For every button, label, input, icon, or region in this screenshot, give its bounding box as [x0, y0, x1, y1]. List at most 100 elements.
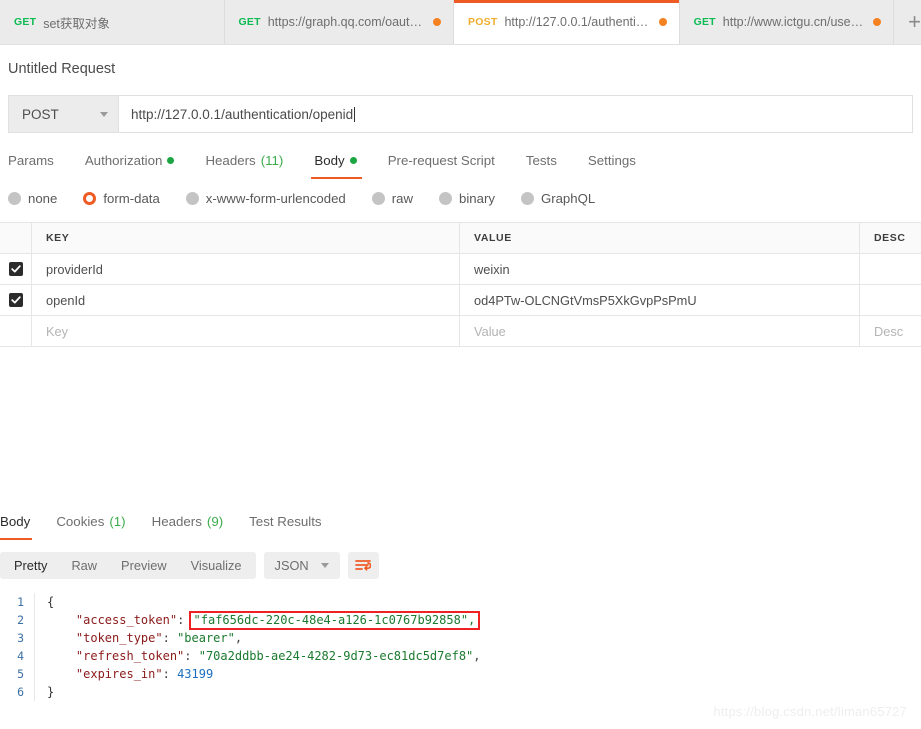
body-type-graphql[interactable]: GraphQL — [520, 191, 595, 206]
tab-authorization[interactable]: Authorization — [85, 149, 188, 179]
response-format-select[interactable]: JSON — [263, 552, 340, 579]
row-key[interactable]: providerId — [32, 254, 460, 284]
response-body-code[interactable]: 1 { 2 "access_token": "faf656dc-220c-48e… — [0, 593, 921, 701]
row-checkbox-cell — [0, 285, 32, 315]
body-type-form-data[interactable]: form-data — [83, 191, 160, 206]
new-tab-button[interactable]: + — [894, 0, 921, 44]
status-dot-icon — [349, 156, 357, 164]
tab-label: Authorization — [84, 152, 163, 168]
request-tab-3[interactable]: GET http://www.ictgu.cn/user/me — [679, 0, 895, 44]
code-line: 4 "refresh_token": "70a2ddbb-ae24-4282-9… — [0, 647, 921, 665]
wrap-lines-button[interactable] — [347, 552, 379, 579]
row-value[interactable]: weixin — [460, 254, 860, 284]
response-tab-headers[interactable]: Headers (9) — [152, 510, 224, 540]
tab-method-label: GET — [238, 16, 261, 28]
tab-body[interactable]: Body — [311, 149, 369, 179]
response-tab-test-results[interactable]: Test Results — [249, 510, 321, 540]
table-row[interactable]: openId od4PTw-OLCNGtVmsP5XkGvpPsPmU — [0, 285, 921, 316]
view-mode-pretty[interactable]: Pretty — [2, 552, 59, 579]
postman-window: GET set获取对象 GET https://graph.qq.com/oau… — [0, 0, 921, 729]
table-row-placeholder[interactable]: Key Value Desc — [0, 316, 921, 347]
body-type-none[interactable]: none — [8, 191, 57, 206]
row-description[interactable] — [860, 254, 921, 284]
watermark: https://blog.csdn.net/liman65727 — [713, 704, 907, 719]
http-method-value: POST — [22, 106, 59, 122]
code-token: { — [47, 595, 55, 609]
url-input[interactable]: http://127.0.0.1/authentication/openid — [118, 95, 913, 133]
tab-title: set获取对象 — [43, 16, 110, 31]
view-mode-preview[interactable]: Preview — [109, 552, 179, 579]
view-mode-visualize[interactable]: Visualize — [179, 552, 254, 579]
unsaved-dot-icon — [658, 18, 667, 26]
code-token: : — [162, 631, 178, 645]
table-header-row: KEY VALUE DESC — [0, 223, 921, 254]
tab-title: http://127.0.0.1/authenticatio... — [504, 15, 651, 29]
header-value: VALUE — [460, 223, 860, 253]
tab-title: https://graph.qq.com/oauth2.0... — [267, 15, 426, 29]
radio-icon — [520, 192, 534, 205]
request-tab-1[interactable]: GET https://graph.qq.com/oauth2.0... — [224, 0, 455, 44]
header-key: KEY — [32, 223, 460, 253]
response-toolbar: Pretty Raw Preview Visualize JSON — [0, 552, 921, 579]
tab-count: (11) — [260, 152, 284, 168]
row-key[interactable]: openId — [32, 285, 460, 315]
body-type-label: form-data — [103, 191, 160, 206]
tab-settings[interactable]: Settings — [588, 149, 649, 179]
code-line: 6 } — [0, 683, 921, 701]
line-number: 4 — [17, 649, 24, 663]
http-method-select[interactable]: POST — [8, 95, 118, 133]
placeholder-value[interactable]: Value — [460, 316, 860, 346]
checkbox-checked-icon[interactable] — [8, 262, 23, 276]
row-value[interactable]: od4PTw-OLCNGtVmsP5XkGvpPsPmU — [460, 285, 860, 315]
unsaved-dot-icon — [873, 18, 882, 26]
body-type-raw[interactable]: raw — [371, 191, 414, 206]
body-type-radio-group: none form-data x-www-form-urlencoded raw… — [8, 191, 921, 206]
code-line-text: "access_token": "faf656dc-220c-48e4-a126… — [34, 611, 481, 630]
url-row: POST http://127.0.0.1/authentication/ope… — [8, 95, 913, 133]
response-tab-body[interactable]: Body — [0, 510, 33, 540]
tab-tests[interactable]: Tests — [526, 149, 570, 179]
code-line-text: "expires_in": 43199 — [34, 665, 213, 683]
code-token: , — [473, 649, 481, 663]
code-token: : — [162, 667, 178, 681]
body-type-label: raw — [391, 191, 414, 206]
tab-label: Body — [314, 152, 345, 168]
tab-count: (1) — [109, 513, 126, 529]
tab-pre-request-script[interactable]: Pre-request Script — [388, 149, 508, 179]
body-type-x-www-form-urlencoded[interactable]: x-www-form-urlencoded — [185, 191, 346, 206]
form-data-table: KEY VALUE DESC providerId weixin openId … — [0, 222, 921, 347]
request-tab-2-active[interactable]: POST http://127.0.0.1/authenticatio... — [454, 0, 680, 44]
request-title: Untitled Request — [8, 61, 116, 77]
line-number: 1 — [17, 595, 24, 609]
placeholder-description[interactable]: Desc — [860, 316, 921, 346]
placeholder-key[interactable]: Key — [32, 316, 460, 346]
code-line-text: { — [34, 593, 54, 611]
body-type-binary[interactable]: binary — [439, 191, 495, 206]
tab-headers[interactable]: Headers (11) — [205, 149, 296, 179]
tab-params[interactable]: Params — [8, 149, 67, 179]
code-line: 2 "access_token": "faf656dc-220c-48e4-a1… — [0, 611, 921, 630]
view-mode-raw[interactable]: Raw — [59, 552, 109, 579]
response-pane: Body Cookies (1) Headers (9) Test Result… — [0, 510, 921, 701]
line-number: 5 — [17, 667, 24, 681]
response-format-value: JSON — [274, 558, 309, 573]
tab-method-label: GET — [693, 16, 716, 28]
checkbox-checked-icon[interactable] — [8, 293, 23, 307]
response-tab-cookies[interactable]: Cookies (1) — [56, 510, 125, 540]
request-tab-0[interactable]: GET set获取对象 — [0, 0, 225, 44]
row-description[interactable] — [860, 285, 921, 315]
request-section-tabs: Params Authorization Headers (11) Body P… — [8, 149, 921, 179]
chevron-down-icon — [320, 563, 329, 568]
tab-label: Params — [8, 152, 54, 168]
code-token-key: "access_token" — [75, 613, 178, 627]
tab-label: Cookies — [56, 513, 105, 529]
radio-icon — [371, 192, 385, 205]
table-row[interactable]: providerId weixin — [0, 254, 921, 285]
code-token-key: "refresh_token" — [75, 649, 185, 663]
code-line: 3 "token_type": "bearer", — [0, 629, 921, 647]
line-number: 3 — [17, 631, 24, 645]
code-line: 5 "expires_in": 43199 — [0, 665, 921, 683]
row-checkbox-cell — [0, 254, 32, 284]
